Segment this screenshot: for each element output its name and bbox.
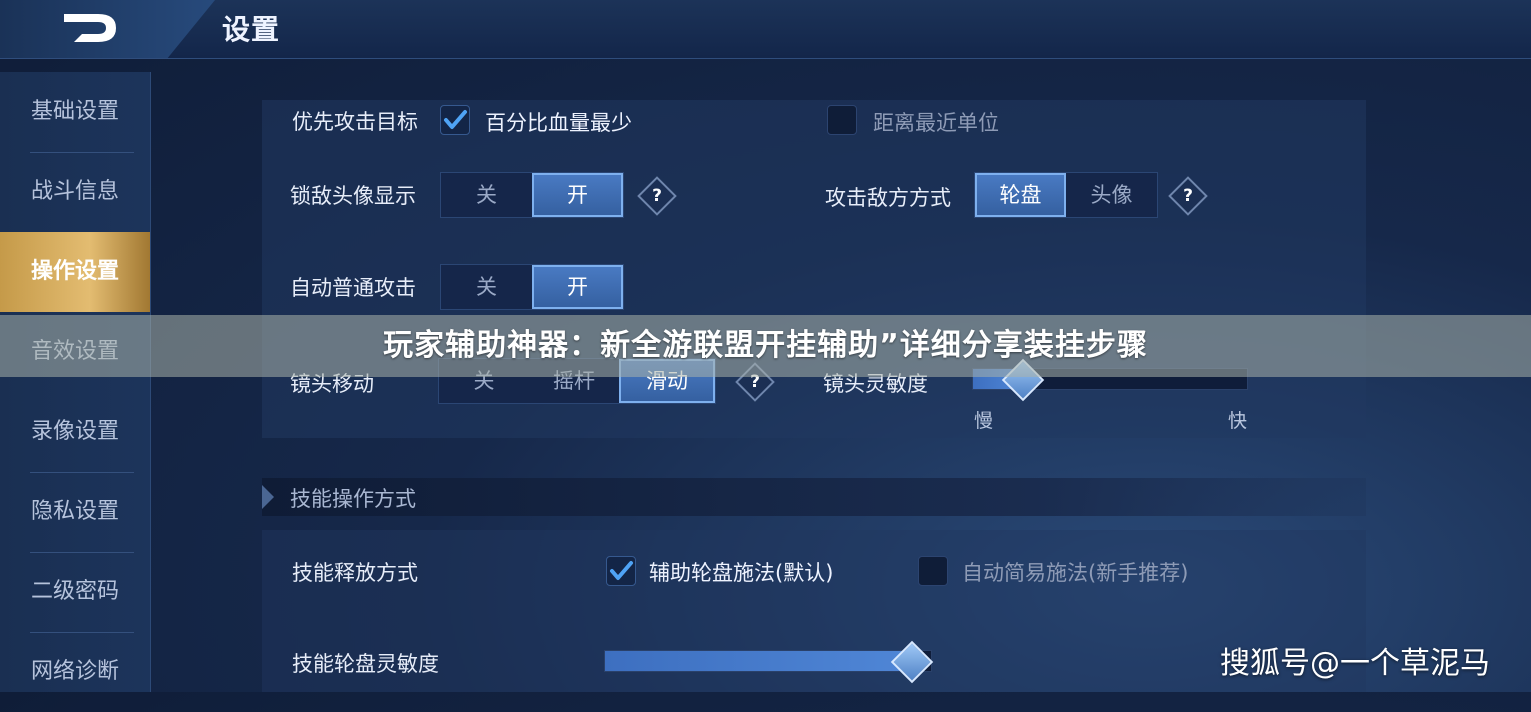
back-button-area bbox=[0, 0, 215, 58]
checkmark-icon bbox=[444, 110, 467, 129]
wheel-sensitivity-label: 技能轮盘灵敏度 bbox=[292, 652, 439, 676]
top-bar: 设置 bbox=[0, 0, 1531, 59]
skill-section-title: 技能操作方式 bbox=[290, 487, 416, 511]
sidebar-item-privacy[interactable]: 隐私设置 bbox=[0, 472, 150, 552]
sidebar-item-secondary-password[interactable]: 二级密码 bbox=[0, 552, 150, 632]
page-title: 设置 bbox=[222, 13, 281, 46]
attack-mode-wheel-option[interactable]: 轮盘 bbox=[975, 173, 1066, 217]
wheel-sensitivity-fill bbox=[605, 651, 912, 671]
assist-wheel-label: 辅助轮盘施法(默认) bbox=[649, 561, 834, 585]
lock-avatar-toggle: 关 开 bbox=[440, 172, 624, 218]
watermark: 搜狐号@一个草泥马 bbox=[1220, 646, 1490, 681]
checkmark-icon bbox=[610, 561, 633, 580]
back-arrow-icon[interactable] bbox=[60, 8, 122, 48]
wheel-sensitivity-slider[interactable] bbox=[604, 650, 932, 672]
sidebar-item-battle-info[interactable]: 战斗信息 bbox=[0, 152, 150, 232]
auto-attack-toggle: 关 开 bbox=[440, 264, 624, 310]
sidebar-item-basic[interactable]: 基础设置 bbox=[0, 72, 150, 152]
skill-section-header: 技能操作方式 bbox=[262, 478, 1366, 516]
section-arrow-icon bbox=[262, 485, 274, 509]
help-symbol: ? bbox=[652, 186, 662, 206]
attack-mode-avatar-option[interactable]: 头像 bbox=[1066, 173, 1157, 217]
sidebar-item-controls[interactable]: 操作设置 bbox=[0, 232, 150, 312]
slider-max-label: 快 bbox=[1228, 410, 1248, 432]
auto-simple-cast-checkbox[interactable] bbox=[918, 556, 948, 586]
sidebar-item-network-diagnosis[interactable]: 网络诊断 bbox=[0, 632, 150, 712]
sidebar-item-replay[interactable]: 录像设置 bbox=[0, 392, 150, 472]
overlay-banner: 玩家辅助神器：新全游联盟开挂辅助”详细分享装挂步骤 bbox=[0, 315, 1531, 377]
attack-mode-label: 攻击敌方方式 bbox=[825, 186, 951, 210]
priority-nearest-checkbox[interactable] bbox=[827, 105, 857, 135]
skill-release-label: 技能释放方式 bbox=[292, 561, 418, 585]
priority-lowest-hp-label: 百分比血量最少 bbox=[485, 111, 632, 135]
sidebar: 基础设置 战斗信息 操作设置 音效设置 录像设置 隐私设置 二级密码 网络诊断 bbox=[0, 72, 151, 692]
priority-target-label: 优先攻击目标 bbox=[292, 110, 418, 134]
auto-attack-label: 自动普通攻击 bbox=[290, 276, 416, 300]
auto-simple-cast-label: 自动简易施法(新手推荐) bbox=[962, 561, 1189, 585]
lock-avatar-label: 锁敌头像显示 bbox=[290, 184, 416, 208]
assist-wheel-checkbox[interactable] bbox=[606, 556, 636, 586]
priority-lowest-hp-checkbox[interactable] bbox=[440, 105, 470, 135]
lock-avatar-off-option[interactable]: 关 bbox=[441, 173, 532, 217]
attack-mode-toggle: 轮盘 头像 bbox=[974, 172, 1158, 218]
auto-attack-on-option[interactable]: 开 bbox=[532, 265, 623, 309]
banner-text: 玩家辅助神器：新全游联盟开挂辅助”详细分享装挂步骤 bbox=[383, 328, 1148, 363]
priority-nearest-label: 距离最近单位 bbox=[873, 111, 999, 135]
auto-attack-off-option[interactable]: 关 bbox=[441, 265, 532, 309]
help-symbol: ? bbox=[1183, 186, 1193, 206]
slider-min-label: 慢 bbox=[974, 410, 994, 432]
lock-avatar-on-option[interactable]: 开 bbox=[532, 173, 623, 217]
